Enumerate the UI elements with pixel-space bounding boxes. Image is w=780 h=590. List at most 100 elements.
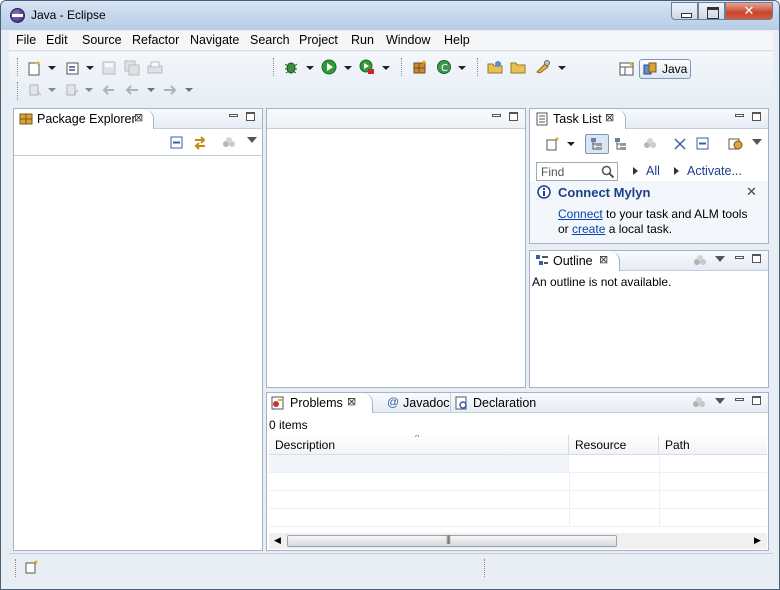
tab-javadoc[interactable]: @ Javadoc — [383, 393, 451, 413]
activate-arrow-icon — [674, 167, 679, 175]
search-dropdown[interactable] — [558, 66, 566, 70]
search-icon — [601, 165, 615, 179]
forward-dropdown[interactable] — [185, 88, 193, 92]
open-type-dropdown[interactable] — [86, 66, 94, 70]
menu-navigate[interactable]: Navigate — [190, 33, 239, 47]
view-menu-icon[interactable] — [247, 137, 257, 143]
fast-view-icon[interactable] — [25, 560, 39, 574]
view-menu-icon[interactable] — [715, 398, 725, 404]
close-tab-icon[interactable]: ⊠ — [599, 253, 608, 266]
minimize-button[interactable] — [671, 2, 698, 20]
menu-source[interactable]: Source — [82, 33, 122, 47]
maximize-view-icon[interactable] — [752, 112, 761, 121]
column-path[interactable]: Path — [659, 435, 767, 455]
back-dropdown[interactable] — [147, 88, 155, 92]
run-external-tools-dropdown[interactable] — [382, 66, 390, 70]
back-icon[interactable] — [124, 82, 140, 98]
run-external-tools-icon[interactable] — [359, 59, 375, 75]
focus-on-active-task-icon[interactable] — [222, 136, 236, 150]
close-tab-icon[interactable]: ⊠ — [347, 395, 356, 408]
menu-search[interactable]: Search — [250, 33, 290, 47]
menu-project[interactable]: Project — [299, 33, 338, 47]
new-java-class-dropdown[interactable] — [458, 66, 466, 70]
prev-annotation-dropdown[interactable] — [85, 88, 93, 92]
maximize-view-icon[interactable] — [246, 112, 255, 121]
perspective-java-button[interactable]: Java — [639, 59, 691, 79]
maximize-editor-icon[interactable] — [509, 112, 518, 121]
run-icon[interactable] — [321, 59, 337, 75]
synchronize-icon[interactable] — [727, 136, 743, 150]
minimize-view-icon[interactable] — [735, 256, 744, 259]
tab-task-list[interactable]: Task List ⊠ — [530, 109, 626, 129]
new-icon[interactable] — [27, 60, 43, 76]
task-find-input[interactable]: Find — [536, 162, 618, 181]
run-dropdown[interactable] — [344, 66, 352, 70]
connect-link[interactable]: Connect — [558, 207, 603, 221]
minimize-view-icon[interactable] — [735, 114, 744, 117]
scroll-left-icon[interactable]: ◀ — [274, 535, 281, 546]
new-task-icon[interactable] — [546, 137, 560, 151]
categorized-toggle[interactable] — [585, 134, 609, 154]
minimize-editor-icon[interactable] — [492, 114, 501, 117]
focus-on-workweek-icon[interactable] — [643, 137, 657, 151]
column-description[interactable]: Description ^ — [269, 435, 569, 455]
next-annotation-dropdown[interactable] — [48, 88, 56, 92]
link-with-editor-icon[interactable] — [192, 135, 206, 150]
open-type-icon[interactable] — [65, 60, 81, 76]
horizontal-scrollbar[interactable]: ◀ ||| ▶ — [269, 533, 767, 549]
forward-icon[interactable] — [162, 82, 178, 98]
column-resource[interactable]: Resource — [569, 435, 659, 455]
focus-on-active-task-icon[interactable] — [693, 254, 707, 268]
open-task-icon[interactable] — [487, 59, 503, 75]
column-resource-label: Resource — [575, 438, 627, 452]
collapse-all-tasks-icon[interactable] — [673, 137, 687, 151]
save-icon[interactable] — [101, 60, 117, 76]
menu-file[interactable]: File — [16, 33, 36, 47]
new-task-dropdown[interactable] — [567, 142, 575, 146]
collapse-all-icon[interactable] — [170, 136, 184, 150]
new-dropdown[interactable] — [48, 66, 56, 70]
tab-problems[interactable]: Problems ⊠ — [267, 393, 373, 413]
menu-help[interactable]: Help — [444, 33, 470, 47]
close-button[interactable]: ✕ — [725, 2, 773, 20]
debug-icon[interactable] — [283, 59, 299, 75]
debug-dropdown[interactable] — [306, 66, 314, 70]
create-link[interactable]: create — [572, 222, 605, 236]
new-java-class-icon[interactable]: C — [436, 59, 452, 75]
expand-all-icon[interactable] — [696, 137, 710, 151]
prev-annotation-icon[interactable] — [64, 82, 80, 98]
maximize-view-icon[interactable] — [752, 396, 761, 405]
new-java-package-icon[interactable] — [412, 59, 428, 75]
menu-window[interactable]: Window — [386, 33, 430, 47]
tab-package-explorer[interactable]: Package Explorer ⊠ — [14, 109, 154, 129]
menu-run[interactable]: Run — [351, 33, 374, 47]
close-notification-icon[interactable]: ✕ — [746, 184, 757, 200]
view-menu-icon[interactable] — [715, 256, 725, 262]
menu-refactor[interactable]: Refactor — [132, 33, 179, 47]
tab-declaration[interactable]: Declaration — [450, 393, 538, 413]
maximize-button[interactable] — [698, 2, 725, 20]
scheduled-icon[interactable] — [614, 137, 628, 151]
last-edit-icon[interactable] — [100, 82, 116, 98]
close-tab-icon[interactable]: ⊠ — [134, 111, 143, 124]
save-all-icon[interactable] — [124, 60, 140, 76]
search-icon[interactable] — [535, 59, 551, 75]
minimize-view-icon[interactable] — [735, 398, 744, 401]
scroll-right-icon[interactable]: ▶ — [754, 535, 761, 546]
scrollbar-thumb[interactable]: ||| — [287, 534, 617, 547]
maximize-view-icon[interactable] — [752, 254, 761, 263]
print-icon[interactable] — [147, 60, 163, 76]
task-activate[interactable]: Activate... — [687, 164, 742, 178]
window-title: Java - Eclipse — [31, 8, 106, 22]
minimize-view-icon[interactable] — [229, 114, 238, 117]
close-tab-icon[interactable]: ⊠ — [605, 111, 614, 124]
task-filter-all[interactable]: All — [646, 164, 660, 178]
menu-edit[interactable]: Edit — [46, 33, 68, 47]
open-perspective-icon[interactable] — [619, 61, 635, 77]
tab-outline[interactable]: Outline ⊠ — [530, 251, 620, 271]
view-menu-icon[interactable] — [752, 139, 762, 145]
open-folder-icon[interactable] — [510, 59, 526, 75]
status-bar — [9, 553, 773, 581]
focus-on-active-task-icon[interactable] — [692, 396, 706, 410]
next-annotation-icon[interactable] — [27, 82, 43, 98]
